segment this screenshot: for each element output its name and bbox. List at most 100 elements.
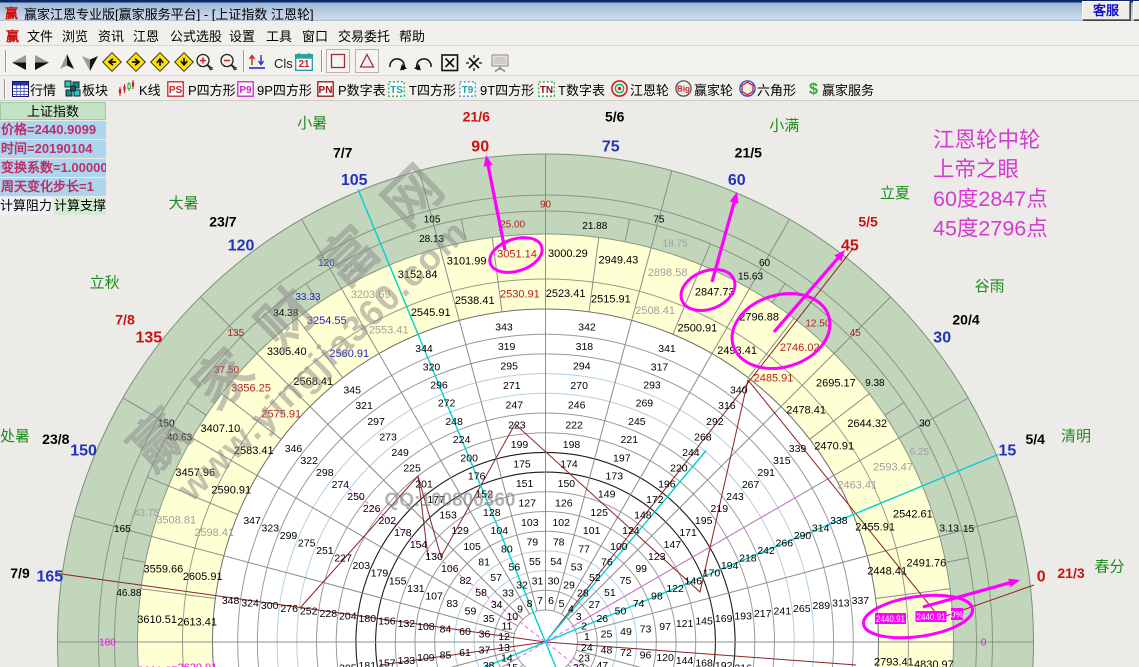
- svg-text:6.25: 6.25: [910, 447, 930, 458]
- svg-text:343: 343: [495, 322, 513, 334]
- svg-text:84: 84: [440, 623, 452, 635]
- svg-text:2448.41: 2448.41: [867, 566, 907, 578]
- svg-text:77: 77: [578, 543, 590, 555]
- svg-text:156: 156: [378, 616, 396, 628]
- svg-text:清明: 清明: [1061, 428, 1091, 445]
- svg-text:265: 265: [793, 603, 811, 615]
- svg-text:296: 296: [430, 380, 448, 392]
- svg-text:126: 126: [555, 497, 573, 509]
- svg-text:立秋: 立秋: [90, 274, 120, 291]
- svg-text:250: 250: [347, 491, 365, 503]
- svg-text:290: 290: [794, 530, 812, 542]
- svg-text:313: 313: [832, 598, 850, 610]
- svg-text:55: 55: [529, 556, 541, 568]
- svg-text:29: 29: [563, 580, 575, 592]
- svg-text:60度2847点: 60度2847点: [933, 187, 1048, 211]
- svg-text:立夏: 立夏: [880, 185, 910, 202]
- svg-text:244: 244: [682, 447, 700, 459]
- svg-text:180: 180: [359, 613, 377, 625]
- svg-text:2542.61: 2542.61: [893, 509, 933, 521]
- svg-text:105: 105: [341, 172, 368, 189]
- svg-text:3610.51: 3610.51: [137, 614, 177, 626]
- svg-text:340: 340: [730, 385, 748, 397]
- svg-text:2598.41: 2598.41: [194, 527, 234, 539]
- svg-text:$: $: [809, 81, 818, 97]
- svg-text:242: 242: [757, 545, 775, 557]
- svg-text:148: 148: [634, 510, 652, 522]
- svg-text:75: 75: [653, 214, 665, 225]
- svg-text:56: 56: [509, 562, 521, 574]
- svg-text:346: 346: [285, 443, 303, 455]
- svg-text:223: 223: [508, 419, 526, 431]
- svg-text:30: 30: [548, 576, 560, 588]
- svg-text:90: 90: [471, 138, 489, 155]
- svg-text:150: 150: [558, 478, 576, 490]
- svg-text:PN: PN: [319, 85, 333, 96]
- svg-text:2515.91: 2515.91: [591, 294, 631, 306]
- svg-text:28: 28: [577, 588, 589, 600]
- svg-text:319: 319: [498, 341, 516, 353]
- svg-text:320: 320: [423, 361, 441, 373]
- svg-text:180: 180: [99, 638, 116, 649]
- svg-text:春分: 春分: [1094, 559, 1124, 576]
- svg-text:149: 149: [598, 489, 616, 501]
- svg-text:245: 245: [628, 416, 646, 428]
- svg-text:43.75: 43.75: [134, 508, 159, 519]
- svg-text:228: 228: [320, 608, 338, 620]
- svg-text:2523.41: 2523.41: [546, 288, 586, 300]
- svg-text:7: 7: [537, 595, 543, 607]
- svg-text:154: 154: [410, 539, 428, 551]
- svg-text:272: 272: [438, 398, 456, 410]
- svg-text:52: 52: [589, 572, 601, 584]
- svg-text:131: 131: [407, 583, 425, 595]
- svg-text:23/7: 23/7: [209, 214, 236, 230]
- svg-text:193: 193: [734, 611, 752, 623]
- svg-text:Big: Big: [677, 85, 690, 94]
- svg-text:323: 323: [262, 523, 280, 535]
- svg-text:2695.17: 2695.17: [816, 378, 856, 390]
- svg-text:58: 58: [475, 587, 487, 599]
- svg-text:54: 54: [550, 556, 562, 568]
- svg-text:347: 347: [243, 515, 261, 527]
- svg-text:342: 342: [578, 322, 596, 334]
- svg-text:2463.41: 2463.41: [837, 480, 877, 492]
- svg-text:小暑: 小暑: [297, 115, 327, 132]
- svg-text:197: 197: [613, 452, 631, 464]
- svg-text:121: 121: [676, 618, 694, 630]
- svg-text:15: 15: [999, 443, 1017, 460]
- svg-text:155: 155: [389, 575, 407, 587]
- svg-text:QQ:100800360: QQ:100800360: [385, 490, 516, 511]
- svg-text:198: 198: [563, 439, 581, 451]
- svg-text:168: 168: [695, 657, 713, 667]
- svg-text:120: 120: [656, 652, 674, 664]
- svg-text:7/7: 7/7: [333, 144, 353, 160]
- svg-text:谷雨: 谷雨: [975, 278, 1005, 295]
- svg-text:132: 132: [398, 618, 416, 630]
- svg-text:85: 85: [440, 650, 452, 662]
- svg-text:339: 339: [789, 443, 807, 455]
- svg-text:122: 122: [666, 583, 684, 595]
- svg-text:314: 314: [812, 523, 830, 535]
- svg-text:2949.43: 2949.43: [599, 254, 639, 266]
- svg-text:205: 205: [339, 663, 357, 667]
- svg-text:135: 135: [135, 330, 162, 347]
- svg-text:2644.32: 2644.32: [847, 418, 887, 430]
- svg-text:247: 247: [506, 400, 524, 412]
- svg-text:153: 153: [439, 510, 457, 522]
- svg-text:0%: 0%: [950, 610, 964, 621]
- svg-text:80: 80: [501, 543, 513, 555]
- svg-text:108: 108: [417, 621, 435, 633]
- svg-text:2470.91: 2470.91: [814, 440, 854, 452]
- svg-text:344: 344: [415, 343, 433, 355]
- svg-text:46.88: 46.88: [116, 588, 141, 599]
- svg-text:2620.91: 2620.91: [178, 662, 218, 667]
- svg-text:51: 51: [604, 587, 616, 599]
- svg-text:249: 249: [391, 447, 409, 459]
- svg-text:298: 298: [316, 467, 334, 479]
- svg-text:上帝之眼: 上帝之眼: [933, 158, 1019, 182]
- svg-text:45度2796点: 45度2796点: [933, 217, 1048, 241]
- svg-text:2478.41: 2478.41: [786, 404, 826, 416]
- svg-text:292: 292: [706, 416, 724, 428]
- svg-text:T9: T9: [462, 85, 474, 96]
- svg-text:2538.41: 2538.41: [455, 295, 495, 307]
